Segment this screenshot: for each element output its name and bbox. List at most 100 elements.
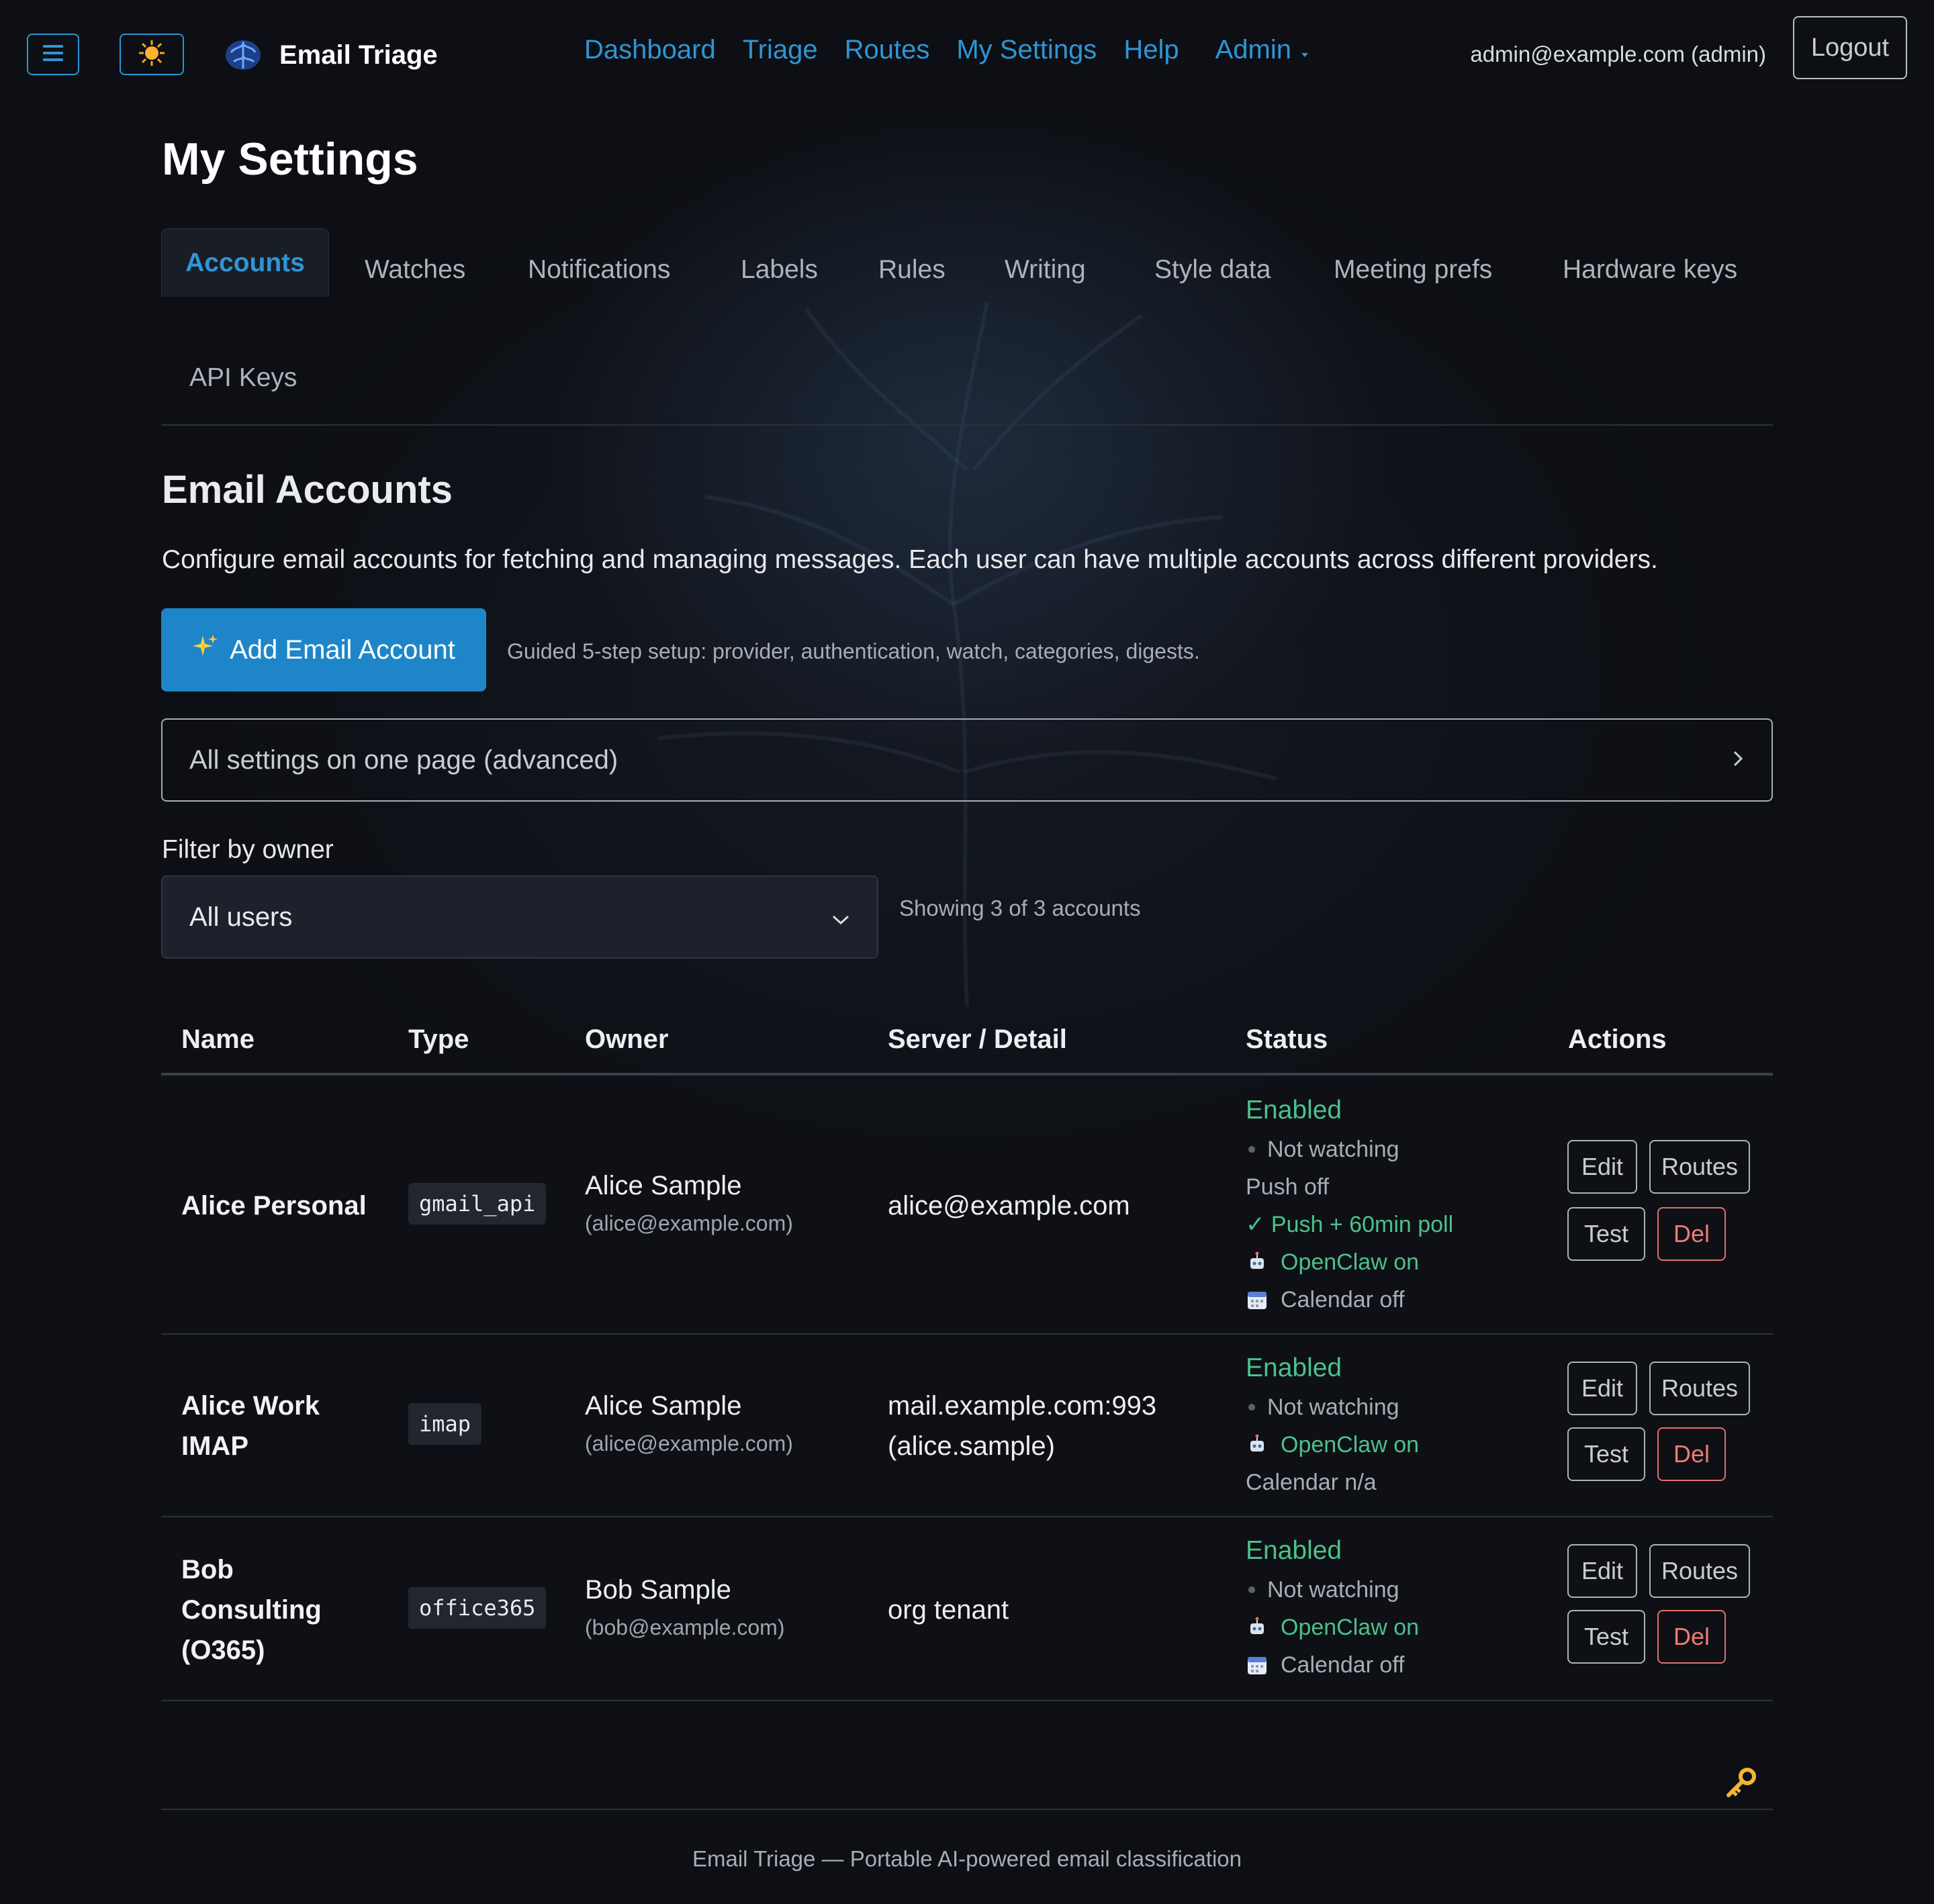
col-header-type: Type — [408, 1025, 469, 1054]
logout-button[interactable]: Logout — [1793, 16, 1907, 79]
nav-admin-label: Admin — [1215, 35, 1291, 64]
account-type-code: imap — [408, 1403, 482, 1445]
detail-line: mail.example.com:993 — [888, 1391, 1157, 1421]
tab-notifications[interactable]: Notifications — [528, 255, 670, 285]
status-enabled: Enabled — [1246, 1096, 1342, 1125]
status-enabled: Enabled — [1246, 1353, 1342, 1382]
owner-name: Alice Sample — [585, 1171, 742, 1200]
section-title: Email Accounts — [162, 468, 453, 512]
nav-link-my-settings[interactable]: My Settings — [956, 35, 1097, 65]
account-name: Alice Work IMAP — [181, 1386, 320, 1466]
robot-icon — [1246, 1251, 1269, 1274]
owner-filter-select[interactable]: All users — [161, 875, 878, 959]
status-calendar: Calendar off — [1246, 1646, 1419, 1684]
account-status: Enabled Not watching OpenClaw on Calenda… — [1246, 1531, 1419, 1684]
status-calendar: Calendar n/a — [1246, 1470, 1377, 1495]
status-openclaw: OpenClaw on — [1246, 1243, 1453, 1281]
account-owner: Bob Sample (bob@example.com) — [585, 1571, 784, 1646]
nav-admin-dropdown[interactable]: Admin — [1215, 35, 1309, 65]
delete-button[interactable]: Del — [1657, 1610, 1726, 1664]
footer-divider — [161, 1809, 1773, 1810]
account-name-line: Bob — [181, 1555, 234, 1584]
status-openclaw: OpenClaw on — [1246, 1609, 1419, 1646]
tab-accounts[interactable]: Accounts — [161, 228, 329, 297]
nav-link-dashboard[interactable]: Dashboard — [584, 35, 716, 65]
test-button[interactable]: Test — [1567, 1207, 1645, 1261]
status-watching: Not watching — [1246, 1388, 1419, 1426]
page-title: My Settings — [162, 134, 418, 185]
tab-style-data[interactable]: Style data — [1154, 255, 1271, 285]
brain-logo-icon — [222, 32, 265, 79]
owner-name: Alice Sample — [585, 1391, 742, 1421]
top-navbar: Email Triage Dashboard Triage Routes My … — [0, 0, 1934, 107]
tab-hardware-keys[interactable]: Hardware keys — [1563, 255, 1737, 285]
robot-icon — [1246, 1433, 1269, 1456]
tab-writing[interactable]: Writing — [1005, 255, 1086, 285]
robot-icon — [1246, 1616, 1269, 1639]
calendar-icon — [1246, 1654, 1269, 1676]
edit-button[interactable]: Edit — [1567, 1140, 1637, 1194]
row-divider — [161, 1516, 1773, 1517]
accounts-count: Showing 3 of 3 accounts — [899, 896, 1141, 920]
brand[interactable]: Email Triage — [222, 34, 438, 77]
account-type-code: gmail_api — [408, 1183, 547, 1225]
section-intro: Configure email accounts for fetching an… — [162, 545, 1658, 574]
col-header-actions: Actions — [1568, 1025, 1667, 1054]
account-type-code: office365 — [408, 1587, 547, 1629]
status-openclaw-text: OpenClaw on — [1281, 1432, 1420, 1458]
tab-api-keys[interactable]: API Keys — [189, 363, 297, 393]
nav-link-routes[interactable]: Routes — [845, 35, 930, 65]
routes-button[interactable]: Routes — [1649, 1544, 1750, 1598]
test-button[interactable]: Test — [1567, 1427, 1645, 1481]
account-type: gmail_api — [408, 1183, 547, 1225]
tab-rules[interactable]: Rules — [878, 255, 946, 285]
tab-labels[interactable]: Labels — [741, 255, 818, 285]
col-header-status: Status — [1246, 1025, 1328, 1054]
add-email-account-button[interactable]: Add Email Account — [161, 608, 486, 692]
account-name-line: Consulting — [181, 1595, 322, 1625]
edit-button[interactable]: Edit — [1567, 1362, 1637, 1415]
caret-down-icon — [1301, 35, 1309, 65]
row-divider — [161, 1333, 1773, 1335]
col-header-owner: Owner — [585, 1025, 669, 1054]
routes-button[interactable]: Routes — [1649, 1362, 1750, 1415]
tab-watches[interactable]: Watches — [365, 255, 465, 285]
status-watching: Not watching — [1246, 1131, 1453, 1168]
sun-icon — [138, 39, 166, 70]
status-openclaw-text: OpenClaw on — [1281, 1249, 1420, 1275]
status-dot — [1248, 1404, 1255, 1411]
test-button[interactable]: Test — [1567, 1610, 1645, 1664]
menu-toggle-button[interactable] — [27, 34, 79, 75]
advanced-settings-label: All settings on one page (advanced) — [189, 745, 618, 775]
nav-link-help[interactable]: Help — [1123, 35, 1179, 65]
status-push: Push off — [1246, 1174, 1330, 1200]
advanced-settings-toggle[interactable]: All settings on one page (advanced) — [161, 718, 1773, 802]
key-icon[interactable] — [1723, 1766, 1758, 1804]
tab-meeting-prefs[interactable]: Meeting prefs — [1334, 255, 1492, 285]
row-divider — [161, 1700, 1773, 1701]
nav-link-triage[interactable]: Triage — [743, 35, 818, 65]
account-type: office365 — [408, 1587, 547, 1629]
status-dot — [1248, 1586, 1255, 1593]
chevron-right-icon — [1731, 745, 1745, 775]
owner-filter-value: All users — [189, 902, 293, 932]
edit-button[interactable]: Edit — [1567, 1544, 1637, 1598]
account-type: imap — [408, 1403, 482, 1445]
owner-name: Bob Sample — [585, 1575, 731, 1605]
status-watching-text: Not watching — [1267, 1137, 1399, 1162]
account-detail: mail.example.com:993 (alice.sample) — [888, 1386, 1156, 1466]
account-detail: alice@example.com — [888, 1186, 1130, 1226]
table-header-divider — [161, 1073, 1773, 1076]
nav-links: Dashboard Triage Routes My Settings Help… — [584, 35, 1309, 65]
detail-line: (alice.sample) — [888, 1431, 1055, 1461]
theme-toggle-button[interactable] — [120, 34, 184, 75]
current-user: admin@example.com (admin) — [1470, 42, 1766, 66]
account-name: Alice Personal — [181, 1186, 367, 1226]
delete-button[interactable]: Del — [1657, 1207, 1726, 1261]
status-watching: Not watching — [1246, 1571, 1419, 1609]
delete-button[interactable]: Del — [1657, 1427, 1726, 1481]
col-header-name: Name — [181, 1025, 255, 1054]
routes-button[interactable]: Routes — [1649, 1140, 1750, 1194]
status-poll: ✓ Push + 60min poll — [1246, 1212, 1454, 1237]
menu-icon — [42, 43, 64, 66]
